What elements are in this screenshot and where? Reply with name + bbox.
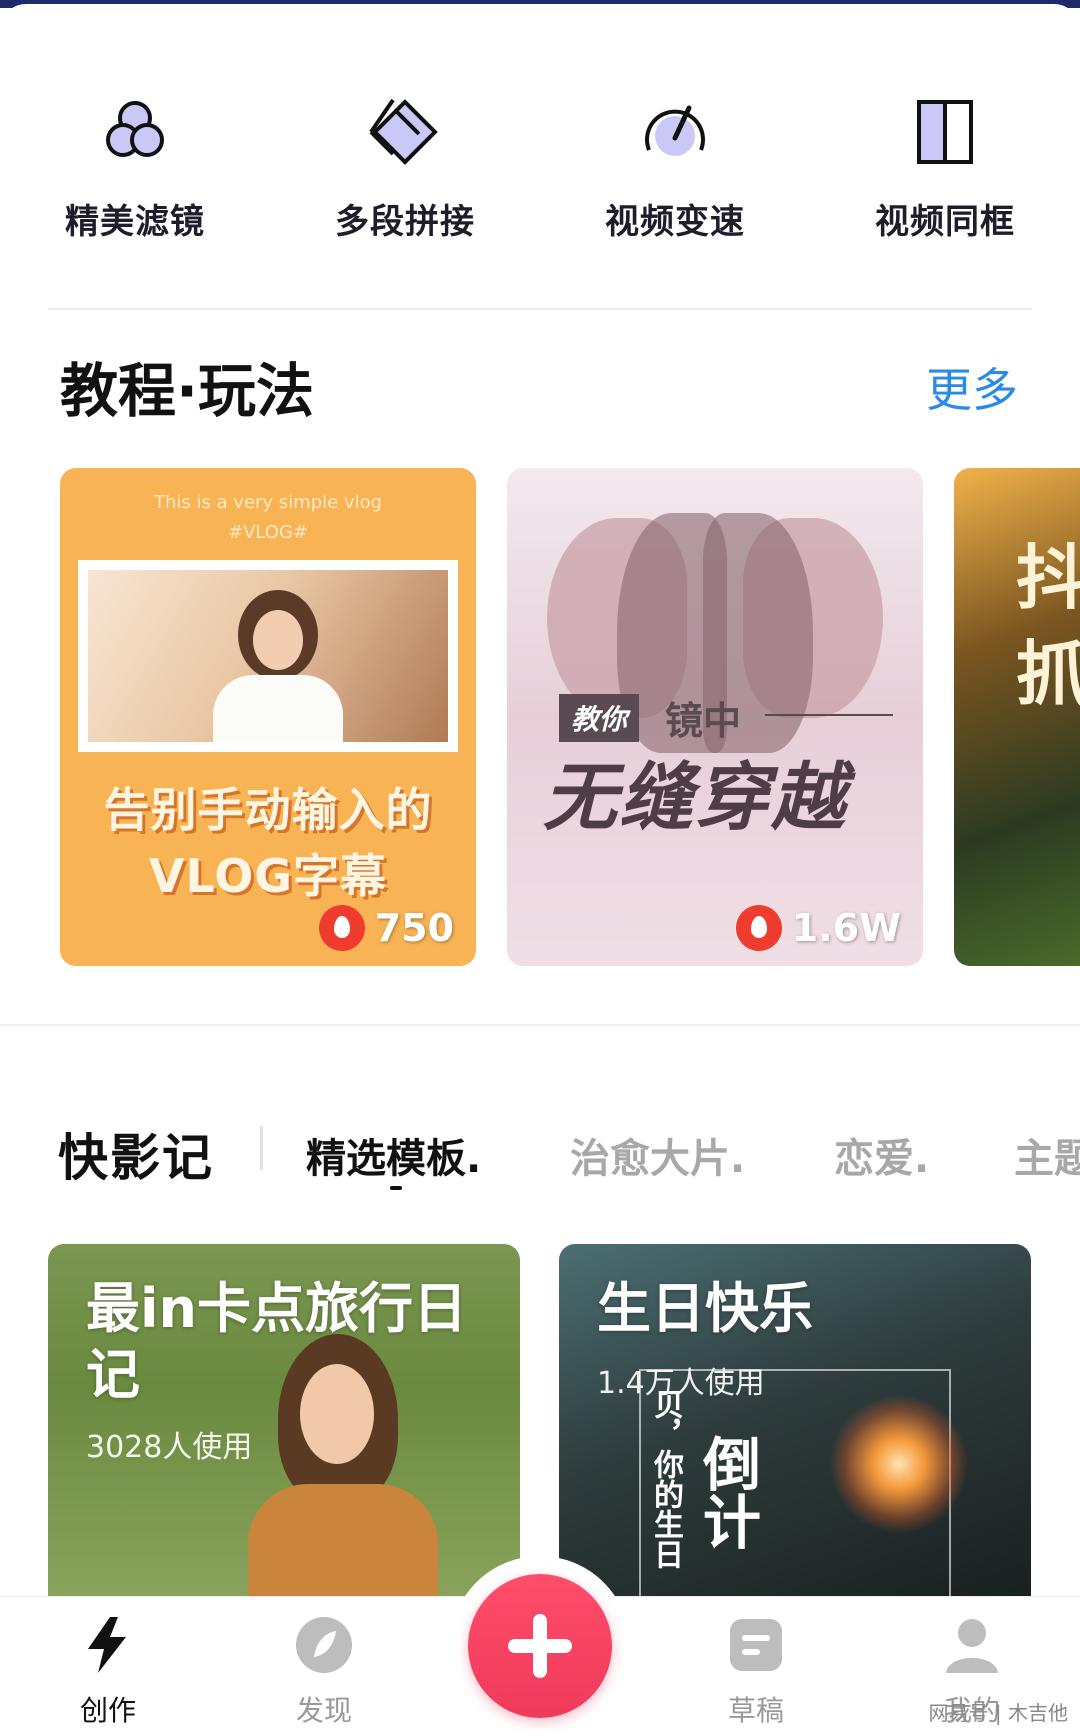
nav-discover[interactable]: 发现 <box>254 1597 394 1736</box>
card-caption: This is a very simple vlog <box>153 492 383 513</box>
tutorial-section-title: 教程·玩法 <box>60 357 315 425</box>
tool-filter-label: 精美滤镜 <box>65 202 205 242</box>
template-card[interactable]: 最in卡点旅行日 记 3028人使用 <box>48 1244 520 1604</box>
card-photo-frame <box>78 560 458 752</box>
tool-speed[interactable]: 视频变速 <box>575 84 775 244</box>
card-headline: 无缝穿越 <box>543 755 847 841</box>
template-title-line: 最in卡点旅行日 <box>86 1277 467 1340</box>
fire-icon <box>735 905 782 951</box>
divider <box>48 308 1032 310</box>
template-usage: 1.4万人使用 <box>597 1366 765 1401</box>
template-usage: 3028人使用 <box>86 1430 253 1465</box>
tool-duet-label: 视频同框 <box>875 202 1015 242</box>
template-title: 生日快乐 <box>597 1277 813 1340</box>
more-link[interactable]: 更多 <box>926 354 1018 420</box>
tool-splice-label: 多段拼接 <box>335 202 475 242</box>
draft-icon <box>730 1619 782 1671</box>
tutorial-card[interactable]: This is a very simple vlog #VLOG# 告别手动输入… <box>60 468 476 966</box>
popularity-badge: 750 <box>318 904 454 952</box>
active-tab-indicator <box>390 1186 402 1190</box>
card-vertical-text: 贝，你的生日 <box>648 1389 683 1569</box>
tab-love[interactable]: 恋爱. <box>834 1126 929 1184</box>
main-sheet: 精美滤镜 多段拼接 视频变速 视频同框 教程·玩法 更多 This is a v… <box>0 4 1080 1736</box>
nav-drafts-label: 草稿 <box>727 1694 784 1727</box>
nav-drafts[interactable]: 草稿 <box>686 1597 826 1736</box>
tab-healing[interactable]: 治愈大片. <box>570 1126 745 1184</box>
tab-separator <box>260 1126 263 1170</box>
card-headline-2: VLOG字幕 <box>148 849 388 903</box>
create-plus-button[interactable] <box>468 1574 612 1718</box>
nav-discover-label: 发现 <box>295 1694 352 1727</box>
filter-circles-icon <box>106 101 164 157</box>
template-title-line: 记 <box>86 1343 140 1406</box>
card-subtitle: 镜中 <box>665 699 742 743</box>
fire-icon <box>318 905 365 951</box>
nav-create-label: 创作 <box>79 1694 136 1727</box>
profile-icon <box>946 1619 998 1673</box>
popularity-count: 750 <box>374 906 454 950</box>
tutorial-card[interactable]: 抖 抓 <box>954 468 1080 966</box>
card-tag: 教你 <box>559 694 640 742</box>
tool-speed-label: 视频变速 <box>605 202 745 242</box>
tutorial-card[interactable]: 教你 镜中 无缝穿越 1.6W <box>507 468 923 966</box>
speed-gauge-icon <box>645 105 705 156</box>
section-divider <box>0 1024 1080 1026</box>
popularity-badge: 1.6W <box>735 904 901 952</box>
popularity-count: 1.6W <box>791 906 901 950</box>
tool-splice[interactable]: 多段拼接 <box>305 84 505 244</box>
tab-theme[interactable]: 主题 <box>1014 1126 1080 1184</box>
compass-icon <box>296 1617 352 1673</box>
lightning-icon <box>88 1617 126 1673</box>
split-frame-icon <box>917 100 973 164</box>
card-photo <box>88 570 448 742</box>
card-headline: 抖 <box>1016 537 1080 619</box>
tab-featured[interactable]: 精选模板. <box>306 1126 481 1184</box>
card-vertical-text: 倒计 <box>693 1434 761 1550</box>
nav-create[interactable]: 创作 <box>38 1597 178 1736</box>
card-headline-2: 抓 <box>1016 633 1080 715</box>
sparkler-image <box>829 1394 969 1534</box>
card-headline: 告别手动输入的 <box>103 783 433 837</box>
tool-duet[interactable]: 视频同框 <box>845 84 1045 244</box>
watermark: 网易号 | 木吉他 <box>928 1701 1068 1725</box>
tool-row: 精美滤镜 多段拼接 视频变速 视频同框 <box>0 84 1080 244</box>
splice-diamond-icon <box>369 98 438 165</box>
template-card[interactable]: 贝，你的生日 倒计 生日快乐 1.4万人使用 <box>559 1244 1031 1604</box>
brand-logo: 快影记 <box>58 1129 214 1187</box>
tool-filter[interactable]: 精美滤镜 <box>35 84 235 244</box>
card-hashtag: #VLOG# <box>228 522 308 543</box>
template-title: 最in卡点旅行日 记 <box>86 1276 467 1408</box>
